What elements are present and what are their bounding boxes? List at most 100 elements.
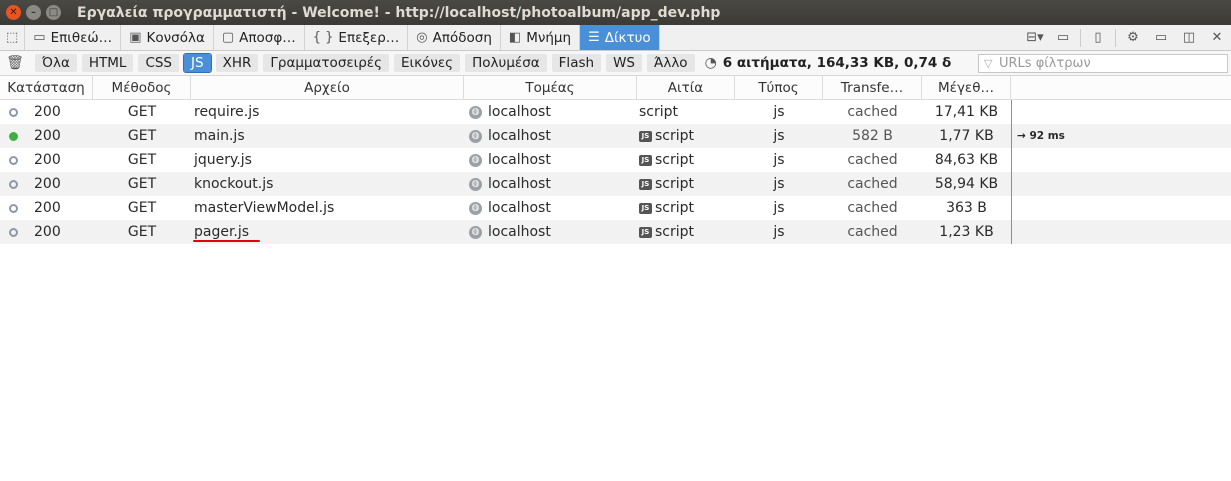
filter-ws-button[interactable]: WS	[606, 54, 642, 72]
cell-type: js	[773, 128, 785, 144]
minimize-window-button[interactable]: –	[26, 5, 41, 20]
responsive-design-icon[interactable]: ▯	[1084, 30, 1112, 45]
performance-icon: ◎	[416, 30, 428, 45]
tab-memory-label: Μνήμη	[526, 29, 572, 46]
cell-status: 200	[34, 128, 61, 144]
tab-console-label: Κονσόλα	[146, 29, 205, 46]
header-status[interactable]: Κατάσταση	[0, 76, 93, 99]
cell-domain: localhost	[488, 152, 551, 168]
gear-icon[interactable]: ⚙	[1119, 30, 1147, 45]
tab-memory[interactable]: ◧ Μνήμη	[501, 25, 581, 50]
status-dot-icon	[9, 227, 18, 237]
waterfall-marker	[1011, 220, 1012, 244]
cell-status: 200	[34, 224, 61, 240]
tab-inspector-label: Επιθεώ…	[50, 29, 113, 46]
requests-table-body: 200 GET require.js ◍ localhost script js …	[0, 100, 1231, 244]
globe-icon: ◍	[469, 225, 482, 239]
cell-method: GET	[127, 128, 157, 144]
cell-cause: script	[639, 104, 679, 120]
table-row[interactable]: 200 GET knockout.js ◍ localhost JS script …	[0, 172, 1231, 196]
tab-debugger[interactable]: ▢ Αποσφ…	[214, 25, 305, 50]
filter-html-button[interactable]: HTML	[81, 54, 134, 72]
cell-method: GET	[127, 152, 157, 168]
cell-file: jquery.js	[194, 152, 252, 168]
split-console-icon[interactable]: ⊟▾	[1021, 30, 1049, 45]
trash-icon[interactable]: 🗑	[0, 55, 30, 71]
url-filter-placeholder: URLs φίλτρων	[999, 56, 1091, 71]
cell-cause: script	[655, 200, 695, 216]
cell-size: 1,77 KB	[939, 128, 994, 144]
waterfall-marker	[1011, 172, 1012, 196]
cell-waterfall	[1011, 220, 1231, 244]
tab-performance[interactable]: ◎ Απόδοση	[408, 25, 501, 50]
filter-xhr-button[interactable]: XHR	[215, 54, 259, 72]
status-dot-icon	[9, 203, 18, 213]
cell-method: GET	[127, 104, 157, 120]
cell-cause: script	[655, 128, 695, 144]
filter-fonts-button[interactable]: Γραμματοσειρές	[263, 54, 390, 72]
dock-bottom-icon[interactable]: ▭	[1147, 30, 1175, 45]
tab-style-editor[interactable]: { } Επεξερ…	[305, 25, 409, 50]
header-method[interactable]: Μέθοδος	[93, 76, 191, 99]
table-row[interactable]: 200 GET pager.js ◍ localhost JS script js …	[0, 220, 1231, 244]
table-row[interactable]: 200 GET main.js ◍ localhost JS script js 5…	[0, 124, 1231, 148]
network-icon: ☰	[588, 30, 600, 45]
devtools-toolbar: ⬚ ▭ Επιθεώ… ▣ Κονσόλα ▢ Αποσφ… { } Επεξε…	[0, 25, 1231, 51]
request-summary[interactable]: ◔ 6 αιτήματα, 164,33 KB, 0,74 δ	[705, 55, 952, 71]
cell-type: js	[773, 224, 785, 240]
header-waterfall[interactable]	[1011, 76, 1231, 99]
dock-side-icon[interactable]: ◫	[1175, 30, 1203, 45]
table-row[interactable]: 200 GET masterViewModel.js ◍ localhost JS…	[0, 196, 1231, 220]
status-dot-icon	[9, 155, 18, 165]
globe-icon: ◍	[469, 177, 482, 191]
console-icon: ▣	[129, 30, 142, 45]
tab-performance-label: Απόδοση	[432, 29, 492, 46]
tab-console[interactable]: ▣ Κονσόλα	[121, 25, 214, 50]
cell-size: 84,63 KB	[934, 152, 999, 168]
cell-status: 200	[34, 104, 61, 120]
filter-flash-button[interactable]: Flash	[551, 54, 602, 72]
annotation-underline	[193, 240, 260, 242]
filter-all-button[interactable]: Όλα	[35, 54, 77, 72]
inspector-icon: ▭	[33, 30, 46, 45]
cell-cause: script	[655, 224, 695, 240]
globe-icon: ◍	[469, 105, 482, 119]
maximize-window-button[interactable]: □	[46, 5, 61, 20]
filter-media-button[interactable]: Πολυμέσα	[465, 54, 547, 72]
close-icon[interactable]: ✕	[1203, 30, 1231, 45]
waterfall-marker	[1011, 148, 1012, 172]
cell-size: 58,94 KB	[934, 176, 999, 192]
toolbar-divider	[1115, 28, 1116, 47]
pick-element-icon: ⬚	[6, 30, 19, 45]
table-row[interactable]: 200 GET require.js ◍ localhost script js …	[0, 100, 1231, 124]
tab-debugger-label: Αποσφ…	[239, 29, 296, 46]
cell-status: 200	[34, 176, 61, 192]
cell-file: masterViewModel.js	[194, 200, 335, 216]
cell-type: js	[773, 176, 785, 192]
filter-css-button[interactable]: CSS	[138, 54, 180, 72]
filter-other-button[interactable]: Άλλο	[646, 54, 695, 72]
header-transferred[interactable]: Transfe…	[823, 76, 922, 99]
cell-transferred: cached	[847, 152, 898, 168]
url-filter-input[interactable]: ▽ URLs φίλτρων	[978, 54, 1228, 73]
waterfall-timing: → 92 ms	[1017, 130, 1065, 142]
table-row[interactable]: 200 GET jquery.js ◍ localhost JS script js…	[0, 148, 1231, 172]
pick-element-button[interactable]: ⬚	[0, 25, 26, 50]
header-cause[interactable]: Αιτία	[637, 76, 735, 99]
filter-js-button[interactable]: JS	[183, 53, 212, 73]
scratchpad-icon[interactable]: ▭	[1049, 30, 1077, 45]
close-window-button[interactable]: ✕	[6, 5, 21, 20]
header-type[interactable]: Τύπος	[735, 76, 823, 99]
cell-size: 363 B	[946, 200, 987, 216]
window-titlebar: ✕ – □ Εργαλεία προγραμματιστή - Welcome!…	[0, 0, 1231, 25]
js-badge-icon: JS	[639, 154, 652, 166]
tab-inspector[interactable]: ▭ Επιθεώ…	[25, 25, 122, 50]
tab-network[interactable]: ☰ Δίκτυο	[580, 25, 660, 50]
cell-method: GET	[127, 200, 157, 216]
status-dot-icon	[9, 131, 18, 141]
header-domain[interactable]: Τομέας	[464, 76, 637, 99]
header-size[interactable]: Μέγεθ…	[922, 76, 1011, 99]
filter-images-button[interactable]: Εικόνες	[394, 54, 461, 72]
cell-transferred: 582 B	[852, 128, 893, 144]
header-file[interactable]: Αρχείο	[191, 76, 464, 99]
